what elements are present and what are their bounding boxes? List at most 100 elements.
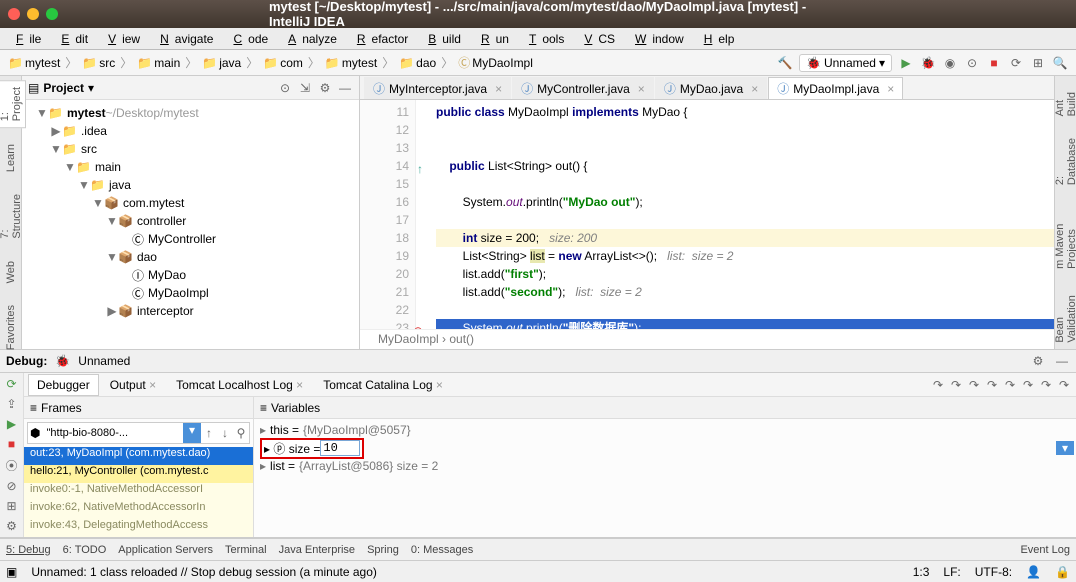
tree-node[interactable]: ▼📁java: [22, 176, 359, 194]
coverage-icon[interactable]: ◉: [942, 55, 958, 71]
frame-row[interactable]: invoke:43, DelegatingMethodAccess: [24, 519, 253, 537]
encoding[interactable]: UTF-8:: [975, 565, 1012, 579]
tree-twisty-icon[interactable]: ▼: [64, 160, 76, 174]
debug-tab-output[interactable]: Output ×: [101, 374, 165, 396]
resume-icon[interactable]: ▶: [4, 417, 20, 431]
breadcrumb[interactable]: 📁 mytest〉📁 src〉📁 main〉📁 java〉📁 com〉📁 myt…: [8, 54, 777, 71]
tree-twisty-icon[interactable]: ▼: [36, 106, 48, 120]
tree-node[interactable]: ▶📦interceptor: [22, 302, 359, 320]
step-into-icon[interactable]: ↷: [948, 377, 964, 393]
close-icon[interactable]: ×: [638, 82, 645, 96]
close-window-icon[interactable]: [8, 8, 20, 20]
tree-node[interactable]: ▼📁main: [22, 158, 359, 176]
tool-terminal[interactable]: Terminal: [225, 544, 267, 556]
tree-twisty-icon[interactable]: ▼: [50, 142, 62, 156]
tree-twisty-icon[interactable]: ▶: [106, 304, 118, 318]
layout-icon[interactable]: ⊞: [4, 499, 20, 513]
force-step-into-icon[interactable]: ↷: [966, 377, 982, 393]
frames-list[interactable]: out:23, MyDaoImpl (com.mytest.dao)hello:…: [24, 447, 253, 537]
menu-vcs[interactable]: VCS: [572, 30, 621, 48]
tool-application-servers[interactable]: Application Servers: [118, 544, 213, 556]
update-app-icon[interactable]: ⇪: [4, 397, 20, 411]
settings-icon[interactable]: ⚙: [4, 519, 20, 533]
tree-twisty-icon[interactable]: ▼: [92, 196, 104, 210]
run-to-cursor-icon[interactable]: ↷: [1020, 377, 1036, 393]
right-tab-ant-build[interactable]: Ant Build: [1052, 80, 1076, 122]
filter-icon[interactable]: ⚲: [233, 425, 249, 441]
right-tab-m-maven-projects[interactable]: m Maven Projects: [1052, 202, 1076, 275]
close-icon[interactable]: ×: [887, 82, 894, 96]
debug-tab-debugger[interactable]: Debugger: [28, 374, 99, 396]
menu-help[interactable]: Help: [692, 30, 741, 48]
close-icon[interactable]: ×: [495, 82, 502, 96]
frame-row[interactable]: invoke:62, NativeMethodAccessorIn: [24, 501, 253, 519]
toolwindows-icon[interactable]: ▣: [6, 565, 17, 579]
close-icon[interactable]: ×: [751, 82, 758, 96]
breadcrumb-item[interactable]: src: [99, 56, 115, 70]
variable-row[interactable]: ▸ ⓟ size = ▾: [256, 439, 1074, 457]
event-log[interactable]: Event Log: [1020, 544, 1070, 556]
stop-icon[interactable]: ■: [4, 437, 20, 451]
tree-twisty-icon[interactable]: ▼: [78, 178, 90, 192]
breadcrumb-item[interactable]: main: [154, 56, 180, 70]
profile-icon[interactable]: ⊙: [964, 55, 980, 71]
update-icon[interactable]: ⟳: [1008, 55, 1024, 71]
breadcrumb-item[interactable]: MyDaoImpl: [472, 56, 533, 70]
menu-build[interactable]: Build: [416, 30, 467, 48]
chevron-down-icon[interactable]: ▾: [88, 81, 94, 95]
left-tab-1-project[interactable]: 1: Project: [0, 80, 26, 128]
tree-node[interactable]: ▶📁.idea: [22, 122, 359, 140]
tab-mydaoimpl[interactable]: ⒿMyDaoImpl.java×: [768, 77, 903, 99]
breadcrumb-item[interactable]: mytest: [25, 56, 60, 70]
tool--debug[interactable]: 5: Debug: [6, 544, 51, 556]
variable-row[interactable]: ▸ list = {ArrayList@5086} size = 2: [256, 457, 1074, 475]
left-tab-web[interactable]: Web: [3, 255, 19, 289]
breadcrumb-item[interactable]: java: [219, 56, 241, 70]
menu-window[interactable]: Window: [623, 30, 690, 48]
variables-list[interactable]: ▸ this = {MyDaoImpl@5057}▸ ⓟ size = ▾▸ l…: [254, 419, 1076, 537]
stop-icon[interactable]: ■: [986, 55, 1002, 71]
chevron-down-icon[interactable]: ▾: [183, 423, 201, 443]
line-sep[interactable]: LF:: [943, 565, 960, 579]
breadcrumb-item[interactable]: mytest: [342, 56, 377, 70]
menu-file[interactable]: File: [4, 30, 47, 48]
minimize-window-icon[interactable]: [27, 8, 39, 20]
debug-toolwindow-header[interactable]: Debug: 🐞 Unnamed ⚙ —: [0, 349, 1076, 373]
rerun-icon[interactable]: ⟳: [4, 377, 20, 391]
search-icon[interactable]: 🔍: [1052, 55, 1068, 71]
editor-breadcrumb[interactable]: MyDaoImpl › out(): [360, 329, 1054, 349]
project-view-icon[interactable]: ▤: [28, 81, 39, 95]
lock-icon[interactable]: 🔒: [1055, 565, 1070, 579]
hide-icon[interactable]: —: [1054, 353, 1070, 369]
run-config-selector[interactable]: 🐞 Unnamed ▾: [799, 54, 892, 72]
left-tab-7-structure[interactable]: 7: Structure: [0, 188, 25, 245]
step-over-icon[interactable]: ↷: [930, 377, 946, 393]
tree-twisty-icon[interactable]: ▼: [106, 214, 118, 228]
debug-tab-tomcat-catalina-log[interactable]: Tomcat Catalina Log ×: [314, 374, 452, 396]
menu-analyze[interactable]: Analyze: [276, 30, 343, 48]
tree-twisty-icon[interactable]: ▶: [50, 124, 62, 138]
tree-twisty-icon[interactable]: ▼: [106, 250, 118, 264]
drop-frame-icon[interactable]: ↷: [1002, 377, 1018, 393]
gear-icon[interactable]: ⚙: [1030, 353, 1046, 369]
menu-tools[interactable]: Tools: [517, 30, 570, 48]
cursor-position[interactable]: 1:3: [913, 565, 930, 579]
right-tab-2-database[interactable]: 2: Database: [1052, 132, 1076, 191]
menu-edit[interactable]: Edit: [49, 30, 94, 48]
build-icon[interactable]: 🔨: [777, 55, 793, 71]
scroll-to-icon[interactable]: ⊙: [277, 80, 293, 96]
next-frame-icon[interactable]: ↓: [217, 425, 233, 441]
mute-icon[interactable]: ⊘: [4, 479, 20, 493]
tool--messages[interactable]: 0: Messages: [411, 544, 473, 556]
tree-node[interactable]: ⒸMyController: [22, 230, 359, 248]
right-tab-bean-validation[interactable]: Bean Validation: [1052, 284, 1076, 349]
chevron-down-icon[interactable]: ▾: [1056, 441, 1074, 455]
tree-node[interactable]: ⒾMyDao: [22, 266, 359, 284]
structure-icon[interactable]: ⊞: [1030, 55, 1046, 71]
evaluate-icon[interactable]: ↷: [1038, 377, 1054, 393]
gear-icon[interactable]: ⚙: [317, 80, 333, 96]
tool--todo[interactable]: 6: TODO: [63, 544, 107, 556]
breadcrumb-item[interactable]: com: [280, 56, 303, 70]
tab-mydao[interactable]: ⒿMyDao.java×: [655, 77, 767, 99]
thread-selector[interactable]: ⬢ "http-bio-8080-... ▾ ↑ ↓ ⚲: [27, 422, 250, 444]
